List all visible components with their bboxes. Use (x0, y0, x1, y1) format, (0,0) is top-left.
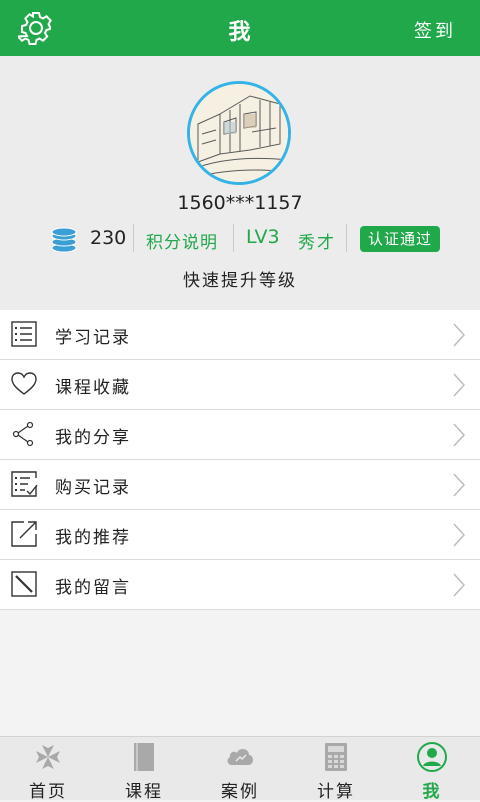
tab-label: 案例 (221, 782, 259, 802)
avatar[interactable] (187, 81, 291, 185)
menu-list: 学习记录 课程收藏 我的分享 购买记录 我的推荐 我的留言 (0, 310, 480, 610)
menu-item-label: 学习记录 (55, 328, 131, 348)
menu-item-label: 课程收藏 (55, 378, 131, 398)
checklist-icon (11, 471, 38, 497)
external-link-icon (11, 521, 37, 547)
chevron-right-icon (453, 473, 466, 497)
tab-calculate[interactable]: 计算 (288, 737, 384, 802)
chevron-right-icon (453, 323, 466, 347)
menu-item-my-shares[interactable]: 我的分享 (0, 410, 480, 460)
stats-row: 230 积分说明 LV3 秀才 认证通过 (0, 222, 480, 256)
title-bar: 我 签到 (0, 0, 480, 56)
cloud-icon (227, 749, 253, 765)
menu-item-label: 我的留言 (55, 578, 131, 598)
phone-number: 1560***1157 (177, 192, 303, 214)
tab-home[interactable]: 首页 (0, 737, 96, 802)
menu-item-label: 我的分享 (55, 428, 131, 448)
coin-icon (51, 227, 77, 253)
tab-label: 课程 (125, 782, 163, 802)
tab-cases[interactable]: 案例 (192, 737, 288, 802)
calculator-icon (325, 743, 347, 771)
menu-item-my-recommendations[interactable]: 我的推荐 (0, 510, 480, 560)
divider (233, 224, 234, 252)
divider (133, 224, 134, 252)
tab-label: 计算 (317, 782, 355, 802)
upgrade-level-link[interactable]: 快速提升等级 (0, 266, 480, 291)
chevron-right-icon (453, 573, 466, 597)
profile-icon (417, 742, 447, 772)
chevron-right-icon (453, 423, 466, 447)
book-icon (134, 743, 154, 771)
menu-item-purchase-records[interactable]: 购买记录 (0, 460, 480, 510)
avatar-sketch-image (190, 84, 288, 182)
tab-me[interactable]: 我 (384, 737, 480, 802)
points-value: 230 (90, 227, 127, 249)
menu-item-label: 我的推荐 (55, 528, 131, 548)
menu-item-study-records[interactable]: 学习记录 (0, 310, 480, 360)
level-name: 秀才 (298, 233, 336, 253)
share-icon (12, 421, 34, 447)
menu-item-label: 购买记录 (55, 478, 131, 498)
tab-label: 我 (422, 782, 442, 802)
tab-label: 首页 (29, 782, 67, 802)
chevron-right-icon (453, 373, 466, 397)
points-explain-link[interactable]: 积分说明 (146, 228, 218, 253)
menu-item-my-messages[interactable]: 我的留言 (0, 560, 480, 610)
bottom-tab-bar: 首页 课程 案例 计算 我 (0, 736, 480, 802)
level-value: LV3 (246, 226, 280, 248)
menu-item-course-favorites[interactable]: 课程收藏 (0, 360, 480, 410)
chevron-right-icon (453, 523, 466, 547)
tab-courses[interactable]: 课程 (96, 737, 192, 802)
page-title: 我 (228, 20, 252, 45)
home-flower-icon (36, 745, 60, 769)
list-icon (11, 321, 37, 347)
divider (346, 224, 347, 252)
heart-icon (11, 372, 37, 395)
checkin-button[interactable]: 签到 (414, 17, 456, 43)
profile-section: 1560***1157 230 积分说明 LV3 秀才 认证通过 快速提升等级 (0, 56, 480, 310)
verified-badge: 认证通过 (360, 226, 441, 252)
edit-icon (11, 571, 37, 597)
